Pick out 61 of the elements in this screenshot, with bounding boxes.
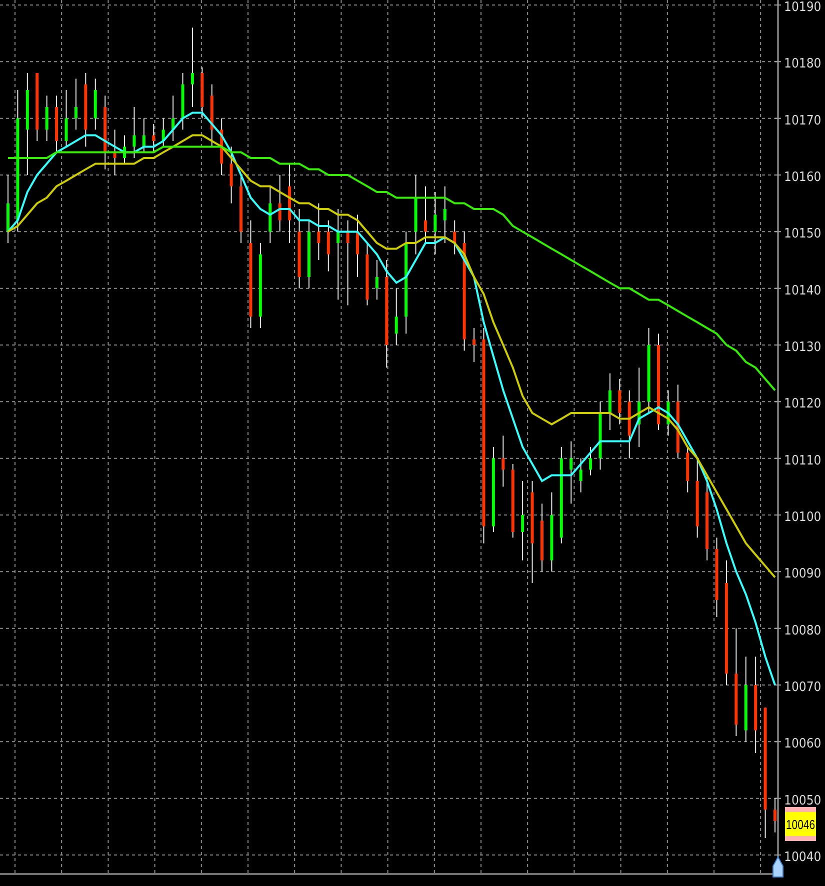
axis-label: 10130 bbox=[784, 340, 822, 355]
candlestick bbox=[472, 328, 476, 362]
candlestick bbox=[453, 220, 456, 255]
candlestick bbox=[6, 174, 10, 244]
candlestick bbox=[123, 134, 126, 164]
candlestick bbox=[64, 90, 68, 148]
axis-label: 10060 bbox=[784, 736, 822, 752]
axis-label: 10070 bbox=[784, 680, 822, 695]
candlestick bbox=[142, 118, 146, 153]
axis-label: 10090 bbox=[784, 566, 822, 582]
candlestick bbox=[502, 435, 505, 488]
axis-label: 10170 bbox=[784, 113, 822, 128]
candlestick bbox=[172, 95, 175, 142]
candlestick bbox=[356, 214, 360, 278]
axis-label: 10100 bbox=[784, 510, 822, 525]
candlestick bbox=[774, 798, 776, 833]
candlestick bbox=[434, 192, 437, 255]
candlestick bbox=[579, 458, 582, 493]
candlestick bbox=[326, 220, 330, 272]
candlestick bbox=[36, 72, 39, 142]
axis-label: 10120 bbox=[784, 396, 822, 412]
candlestick bbox=[230, 146, 233, 204]
candlestick bbox=[152, 124, 156, 153]
axis-label: 10160 bbox=[784, 170, 822, 185]
axis-label: 10150 bbox=[784, 226, 822, 242]
candlestick bbox=[618, 378, 622, 425]
candlestick bbox=[162, 118, 165, 148]
candlestick bbox=[628, 390, 631, 459]
candlestick bbox=[443, 186, 446, 244]
axis-label: 10080 bbox=[784, 623, 822, 638]
candlestick bbox=[307, 220, 310, 289]
candlestick bbox=[55, 95, 58, 153]
candlestick bbox=[598, 401, 602, 470]
candlestick bbox=[113, 129, 116, 176]
candlestick bbox=[686, 446, 690, 493]
axis-label: 10050 bbox=[784, 793, 822, 808]
axis-label: 10040 bbox=[784, 850, 822, 865]
axis-label: 10110 bbox=[784, 453, 822, 468]
candlestick bbox=[181, 72, 184, 130]
candlestick bbox=[200, 66, 204, 119]
candlestick bbox=[240, 174, 243, 244]
candlestick bbox=[375, 260, 378, 300]
candlestick bbox=[540, 503, 544, 572]
candlestick bbox=[424, 186, 427, 244]
candlestick bbox=[589, 446, 592, 476]
candlestick bbox=[45, 95, 48, 142]
candlestick bbox=[210, 84, 214, 148]
candlestick bbox=[132, 106, 136, 158]
candlestick bbox=[394, 288, 398, 346]
axis-label: 10180 bbox=[784, 56, 822, 72]
candlestick bbox=[317, 202, 320, 260]
candlestick bbox=[366, 242, 369, 306]
axis-label: 10190 bbox=[784, 0, 822, 15]
marker-icon bbox=[772, 856, 784, 878]
candlestick bbox=[74, 78, 78, 130]
axis-label: 10140 bbox=[784, 283, 822, 298]
candlestick bbox=[608, 372, 612, 430]
candlestick bbox=[268, 186, 272, 244]
candlestick bbox=[570, 440, 573, 504]
candlestick bbox=[94, 78, 97, 130]
candlestick bbox=[278, 174, 282, 232]
